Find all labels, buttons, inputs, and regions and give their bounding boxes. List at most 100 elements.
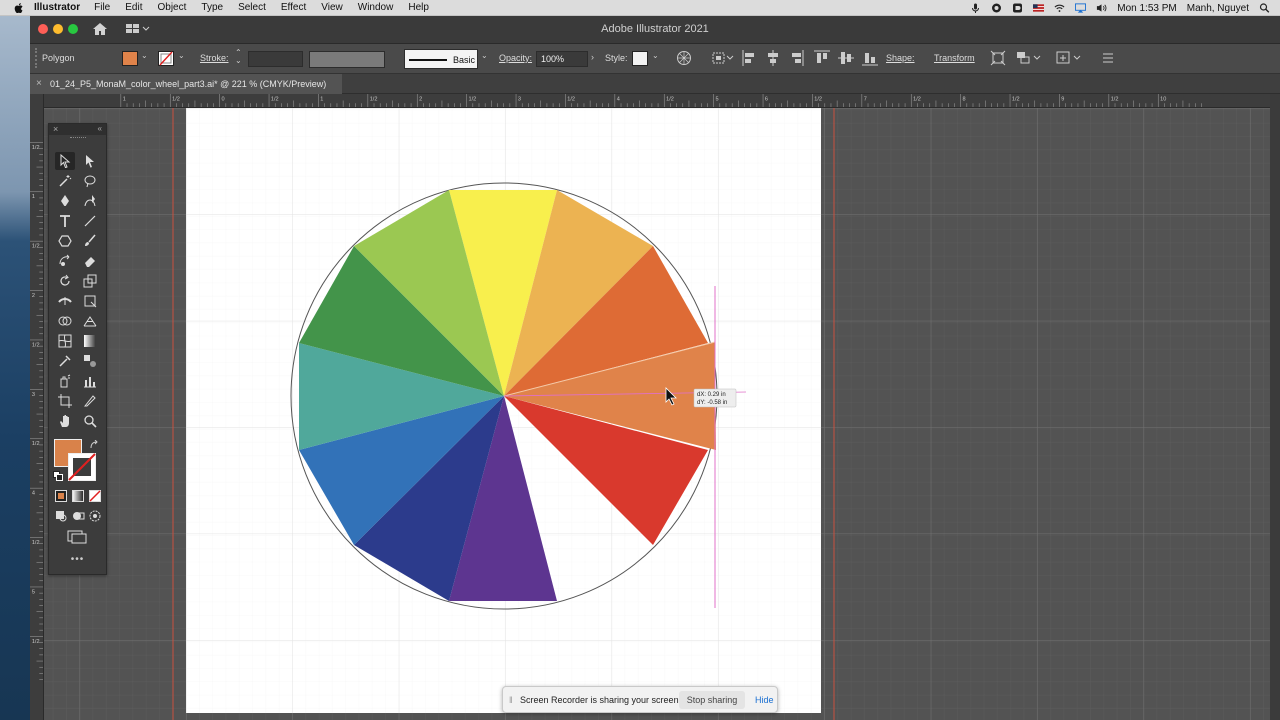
panel-menu-icon[interactable] — [1102, 52, 1114, 64]
menu-select[interactable]: Select — [238, 2, 266, 13]
wifi-icon[interactable] — [1054, 3, 1065, 13]
apple-icon[interactable] — [12, 2, 26, 13]
collapsed-panel-dock[interactable] — [1270, 94, 1280, 720]
stroke-color-box[interactable] — [68, 453, 96, 481]
align-bottom-icon[interactable] — [862, 50, 878, 66]
dashlane-icon[interactable] — [1012, 3, 1023, 13]
draw-normal-icon[interactable] — [55, 510, 68, 522]
align-horizontal-center-icon[interactable] — [766, 50, 780, 66]
menu-view[interactable]: View — [321, 2, 343, 13]
hide-banner-button[interactable]: Hide — [755, 695, 774, 705]
perspective-grid-tool[interactable] — [80, 312, 100, 330]
align-right-icon[interactable] — [790, 50, 804, 66]
collapse-panel-icon[interactable]: « — [98, 124, 102, 133]
recolor-artwork-icon[interactable] — [676, 50, 692, 66]
canvas[interactable]: dX: 0.29 in dY: -0.58 in — [44, 108, 1270, 720]
vertical-ruler[interactable]: 1/2 1 1/2 2 1/2 3 1/2 4 1/2 5 1/2 — [30, 94, 44, 720]
isolate-group-icon[interactable] — [1016, 50, 1042, 66]
blend-tool[interactable] — [80, 352, 100, 370]
draw-inside-icon[interactable] — [89, 510, 102, 522]
banner-grip[interactable]: ‖ — [509, 695, 513, 705]
eraser-tool[interactable] — [80, 252, 100, 270]
menu-help[interactable]: Help — [408, 2, 429, 13]
fill-dropdown-icon[interactable]: ⌄ — [141, 51, 148, 60]
zoom-tool[interactable] — [80, 412, 100, 430]
paintbrush-tool[interactable] — [80, 232, 100, 250]
free-transform-tool[interactable] — [80, 292, 100, 310]
microphone-icon[interactable] — [970, 3, 981, 13]
tools-grip[interactable] — [70, 137, 86, 139]
menu-user[interactable]: Manh, Nguyet — [1187, 3, 1249, 14]
stroke-none-swatch[interactable] — [158, 51, 174, 66]
swap-fill-stroke-icon[interactable] — [89, 440, 99, 450]
menu-effect[interactable]: Effect — [281, 2, 306, 13]
stroke-weight-stepper[interactable]: ⌃ ⌄ — [235, 49, 242, 65]
selection-tool[interactable] — [55, 152, 75, 170]
opacity-arrow-icon[interactable]: › — [591, 52, 594, 62]
line-segment-tool[interactable] — [80, 212, 100, 230]
opacity-label[interactable]: Opacity: — [499, 53, 532, 63]
horizontal-ruler[interactable]: 1 1/2 0 1/2 1 1/2 2 1/2 3 1/2 4 1/2 5 6 1/2 7 1/2 8 1/2 9 1/… — [44, 94, 1270, 108]
width-tool[interactable] — [55, 292, 75, 310]
menu-clock[interactable]: Mon 1:53 PM — [1117, 3, 1176, 14]
control-bar-grip[interactable] — [35, 48, 37, 68]
edit-toolbar-button[interactable]: ••• — [49, 554, 106, 565]
flag-icon[interactable] — [1033, 3, 1045, 13]
type-tool[interactable] — [55, 212, 75, 230]
arrange-documents-icon[interactable] — [1056, 50, 1082, 66]
style-dropdown-icon[interactable]: ⌄ — [652, 51, 659, 60]
creative-cloud-icon[interactable] — [991, 3, 1002, 13]
variable-width-profile[interactable] — [309, 51, 385, 68]
lasso-tool[interactable] — [80, 172, 100, 190]
mesh-tool[interactable] — [55, 332, 75, 350]
transform-link[interactable]: Transform — [934, 53, 975, 63]
volume-icon[interactable] — [1096, 3, 1107, 13]
close-tab-icon[interactable]: × — [36, 78, 42, 89]
transform-each-icon[interactable] — [990, 50, 1006, 66]
hand-tool[interactable] — [55, 412, 75, 430]
stroke-weight-field[interactable] — [248, 51, 303, 67]
slice-tool[interactable] — [80, 392, 100, 410]
align-to-icon[interactable] — [712, 51, 734, 65]
align-vertical-center-icon[interactable] — [838, 50, 854, 66]
menu-file[interactable]: File — [94, 2, 110, 13]
magic-wand-tool[interactable] — [55, 172, 75, 190]
screen-mode-icon[interactable] — [67, 530, 89, 544]
document-tab[interactable]: × 01_24_P5_MonaM_color_wheel_part3.ai* @… — [30, 74, 342, 94]
close-panel-icon[interactable]: × — [53, 124, 58, 134]
search-icon[interactable] — [1259, 3, 1270, 13]
scale-tool[interactable] — [80, 272, 100, 290]
stroke-label[interactable]: Stroke: — [200, 53, 229, 63]
pen-tool[interactable] — [55, 192, 75, 210]
shape-builder-tool[interactable] — [55, 312, 75, 330]
direct-selection-tool[interactable] — [80, 152, 100, 170]
none-mode-button[interactable] — [89, 490, 101, 502]
menu-type[interactable]: Type — [201, 2, 223, 13]
curvature-tool[interactable] — [80, 192, 100, 210]
column-graph-tool[interactable] — [80, 372, 100, 390]
gradient-mode-button[interactable] — [72, 490, 84, 502]
stop-sharing-button[interactable]: Stop sharing — [679, 691, 745, 709]
shape-label[interactable]: Shape: — [886, 53, 915, 63]
menu-app-name[interactable]: Illustrator — [34, 2, 80, 13]
eyedropper-tool[interactable] — [55, 352, 75, 370]
fill-swatch[interactable] — [122, 51, 138, 66]
polygon-tool[interactable] — [55, 232, 75, 250]
brush-definition[interactable]: Basic — [404, 49, 478, 69]
tools-panel-header[interactable]: × « — [49, 124, 106, 135]
menu-edit[interactable]: Edit — [125, 2, 142, 13]
artboard-tool[interactable] — [55, 392, 75, 410]
rotate-tool[interactable] — [55, 272, 75, 290]
opacity-field[interactable]: 100% — [536, 51, 588, 67]
graphic-style-swatch[interactable] — [632, 51, 648, 66]
shaper-tool[interactable] — [55, 252, 75, 270]
color-mode-button[interactable] — [55, 490, 67, 502]
gradient-tool[interactable] — [80, 332, 100, 350]
airplay-icon[interactable] — [1075, 3, 1087, 13]
stroke-dropdown-icon[interactable]: ⌄ — [178, 51, 185, 60]
menu-object[interactable]: Object — [157, 2, 186, 13]
symbol-sprayer-tool[interactable] — [55, 372, 75, 390]
artboard-view[interactable]: dX: 0.29 in dY: -0.58 in — [44, 108, 1270, 720]
align-left-icon[interactable] — [742, 50, 756, 66]
menu-window[interactable]: Window — [358, 2, 394, 13]
